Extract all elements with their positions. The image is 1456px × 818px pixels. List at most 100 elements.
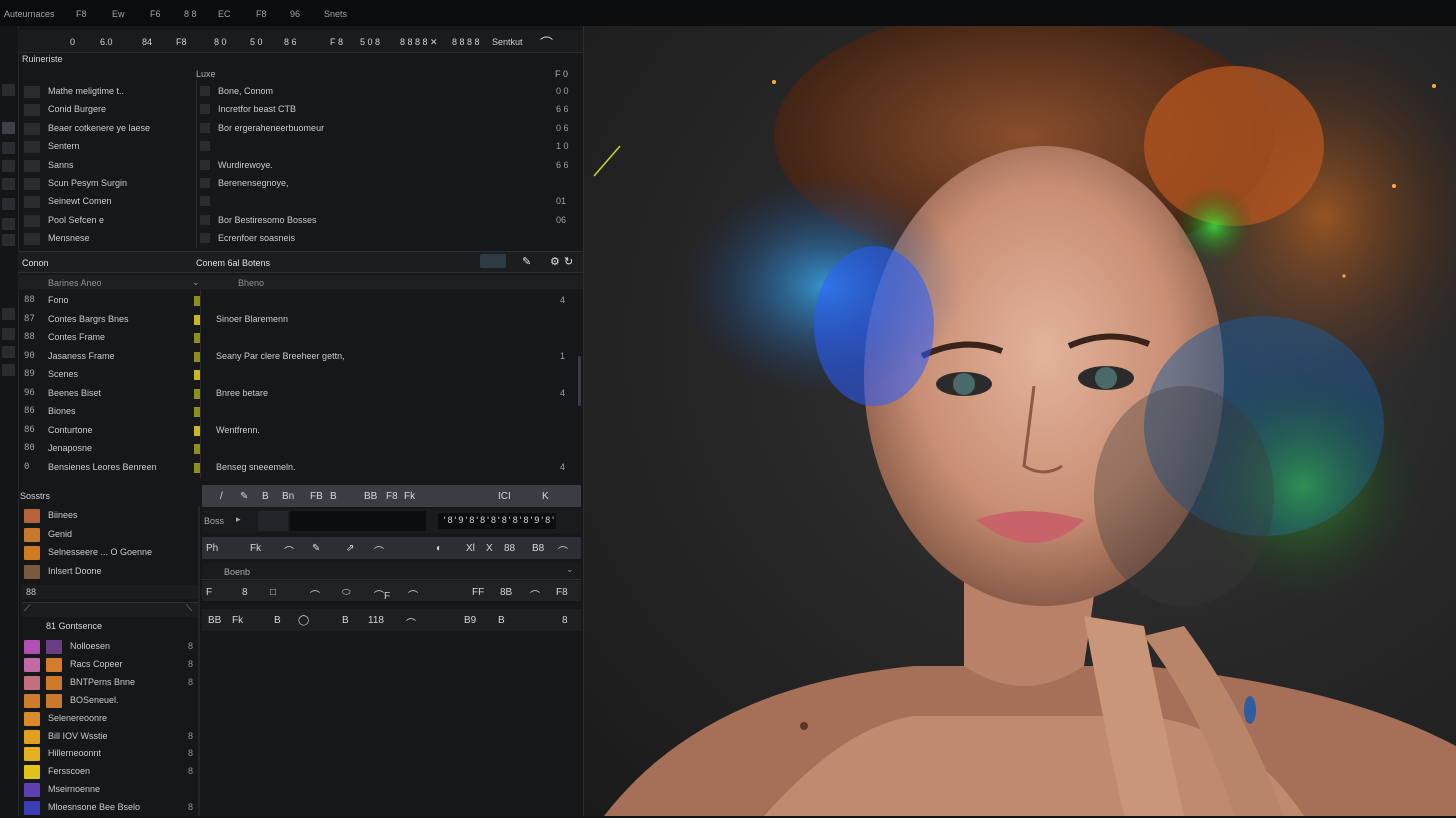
tool-button[interactable]: B8: [532, 543, 544, 554]
tool-button[interactable]: ✎: [240, 491, 248, 502]
table-row[interactable]: Seinewt Comen 01: [22, 194, 577, 212]
tool-button[interactable]: Fk: [250, 543, 261, 554]
value-field[interactable]: [258, 511, 288, 531]
tool-button[interactable]: ⌒: [284, 543, 294, 558]
tool-button[interactable]: 8: [242, 587, 248, 598]
menu-item[interactable]: Auteurnaces: [4, 9, 55, 19]
table-row[interactable]: Sentern 1 0: [22, 139, 577, 157]
swatch-row[interactable]: Fersscoen 8: [22, 764, 198, 782]
tool-button[interactable]: ⌒: [558, 543, 568, 558]
table-row[interactable]: 88 Fono 4: [22, 293, 577, 311]
option-item[interactable]: 8 8 8 8 ✕: [400, 37, 438, 48]
table-row[interactable]: Mensnese Ecrenfoer soasneis: [22, 231, 577, 249]
menu-item[interactable]: Snets: [324, 9, 347, 19]
tool-icon[interactable]: [2, 346, 15, 358]
option-item[interactable]: 5 0: [250, 37, 263, 47]
menu-item[interactable]: 96: [290, 9, 300, 19]
option-item[interactable]: Sentkut: [492, 37, 523, 47]
tool-icon[interactable]: [2, 218, 15, 230]
table-row[interactable]: 86 Conturtone Wentfrenn.: [22, 423, 577, 441]
tool-button[interactable]: ⇗: [346, 543, 354, 554]
tool-icon[interactable]: [2, 234, 15, 246]
menu-item[interactable]: Ew: [112, 9, 125, 19]
tool-icon[interactable]: [2, 84, 15, 96]
swatch-row[interactable]: Nolloesen 8: [22, 639, 198, 657]
tool-button[interactable]: B: [342, 615, 349, 626]
tool-button[interactable]: ⌒: [374, 543, 384, 558]
tool-button[interactable]: ⌒F: [374, 587, 390, 602]
tool-button[interactable]: 118: [368, 615, 384, 626]
table-row[interactable]: 86 Biones: [22, 404, 577, 422]
tool-button[interactable]: B: [262, 491, 269, 502]
swatch-row[interactable]: Mseirnoenne: [22, 782, 198, 800]
tool-icon[interactable]: [2, 122, 15, 134]
tool-button[interactable]: FF: [472, 587, 484, 598]
tool-button[interactable]: B: [498, 615, 505, 626]
option-item[interactable]: 8 6: [284, 37, 297, 47]
tool-icon[interactable]: [2, 364, 15, 376]
swatch-row[interactable]: Mloesnsone Bee Bselo 8: [22, 800, 198, 818]
chevron-down-icon[interactable]: ⌄: [192, 277, 200, 288]
table-row[interactable]: Conid Burgere Incretfor beast CTB 6 6: [22, 102, 577, 120]
timeline-ruler[interactable]: '8'9'8'8'8'8'8'8'9'8'8: [438, 513, 556, 529]
tool-button[interactable]: ✎: [312, 543, 320, 554]
tool-icon[interactable]: [2, 308, 15, 320]
table-row[interactable]: Beaer cotkenere ye laese Bor ergeraheneer…: [22, 121, 577, 139]
table-row[interactable]: 90 Jasaness Frame Seany Par clere Breeheer…: [22, 349, 577, 367]
tool-button[interactable]: B: [274, 615, 281, 626]
tool-button[interactable]: B: [330, 491, 337, 502]
tool-button[interactable]: ◯: [298, 615, 309, 626]
table-row[interactable]: Mathe meligtime t.. Bone, Conom 0 0: [22, 84, 577, 102]
tool-button[interactable]: ⌒: [408, 587, 418, 602]
menu-item[interactable]: F8: [76, 9, 87, 19]
settings-icon[interactable]: ⚙: [550, 255, 560, 268]
tool-button[interactable]: Fk: [232, 615, 243, 626]
table-row[interactable]: 89 Scenes: [22, 367, 577, 385]
swatch-row[interactable]: Hillerneoonnt 8: [22, 746, 198, 764]
tool-icon[interactable]: [2, 328, 15, 340]
tool-button[interactable]: ⬭: [342, 587, 351, 598]
scrollbar[interactable]: [578, 356, 581, 406]
tool-button[interactable]: /: [220, 491, 223, 502]
table-row[interactable]: 87 Contes Bargrs Bnes Sinoer Blaremenn: [22, 312, 577, 330]
tool-button[interactable]: F: [206, 587, 212, 598]
swatch-row[interactable]: Selenereoonre: [22, 711, 198, 729]
tool-button[interactable]: ◐: [436, 543, 442, 554]
list-item[interactable]: Genid: [22, 527, 198, 545]
tool-button[interactable]: 88: [504, 543, 515, 554]
option-item[interactable]: 8 8 8 8: [452, 37, 480, 47]
menu-item[interactable]: EC: [218, 9, 231, 19]
curve-icon[interactable]: ⌒: [540, 33, 553, 52]
swatch-row[interactable]: BNTPerns Bnne 8: [22, 675, 198, 693]
tool-button[interactable]: ⌒: [406, 615, 416, 630]
tool-button[interactable]: B9: [464, 615, 476, 626]
option-item[interactable]: 5 0 8: [360, 37, 380, 47]
tool-icon[interactable]: [2, 198, 15, 210]
option-item[interactable]: 8 0: [214, 37, 227, 47]
list-item[interactable]: Biinees: [22, 508, 198, 526]
more-icon[interactable]: ⌄: [566, 564, 574, 575]
tool-button[interactable]: 8B: [500, 587, 512, 598]
option-item[interactable]: 6.0: [100, 37, 113, 47]
image-canvas[interactable]: [584, 26, 1456, 816]
option-item[interactable]: 0: [70, 37, 75, 47]
tool-icon[interactable]: [2, 160, 15, 172]
tool-button[interactable]: □: [270, 587, 276, 598]
tool-button[interactable]: Fk: [404, 491, 415, 502]
tool-button[interactable]: FB: [310, 491, 323, 502]
tool-button[interactable]: ICI: [498, 491, 511, 502]
table-row[interactable]: 96 Beenes Biset Bnree betare 4: [22, 386, 577, 404]
swatch-row[interactable]: Racs Copeer 8: [22, 657, 198, 675]
layer-thumb-icon[interactable]: [480, 254, 506, 268]
refresh-icon[interactable]: ↻: [564, 255, 573, 268]
list-item[interactable]: Selnesseere ... O Goenne: [22, 545, 198, 563]
tool-icon[interactable]: [2, 178, 15, 190]
table-row[interactable]: 80 Jenaposne: [22, 441, 577, 459]
option-item[interactable]: F 8: [330, 37, 343, 47]
option-item[interactable]: 84: [142, 37, 152, 47]
table-row[interactable]: 88 Contes Frame: [22, 330, 577, 348]
tool-button[interactable]: 8: [562, 615, 568, 626]
menu-item[interactable]: F6: [150, 9, 161, 19]
brush-icon[interactable]: ✎: [522, 255, 531, 268]
tool-button[interactable]: ⌒: [310, 587, 320, 602]
